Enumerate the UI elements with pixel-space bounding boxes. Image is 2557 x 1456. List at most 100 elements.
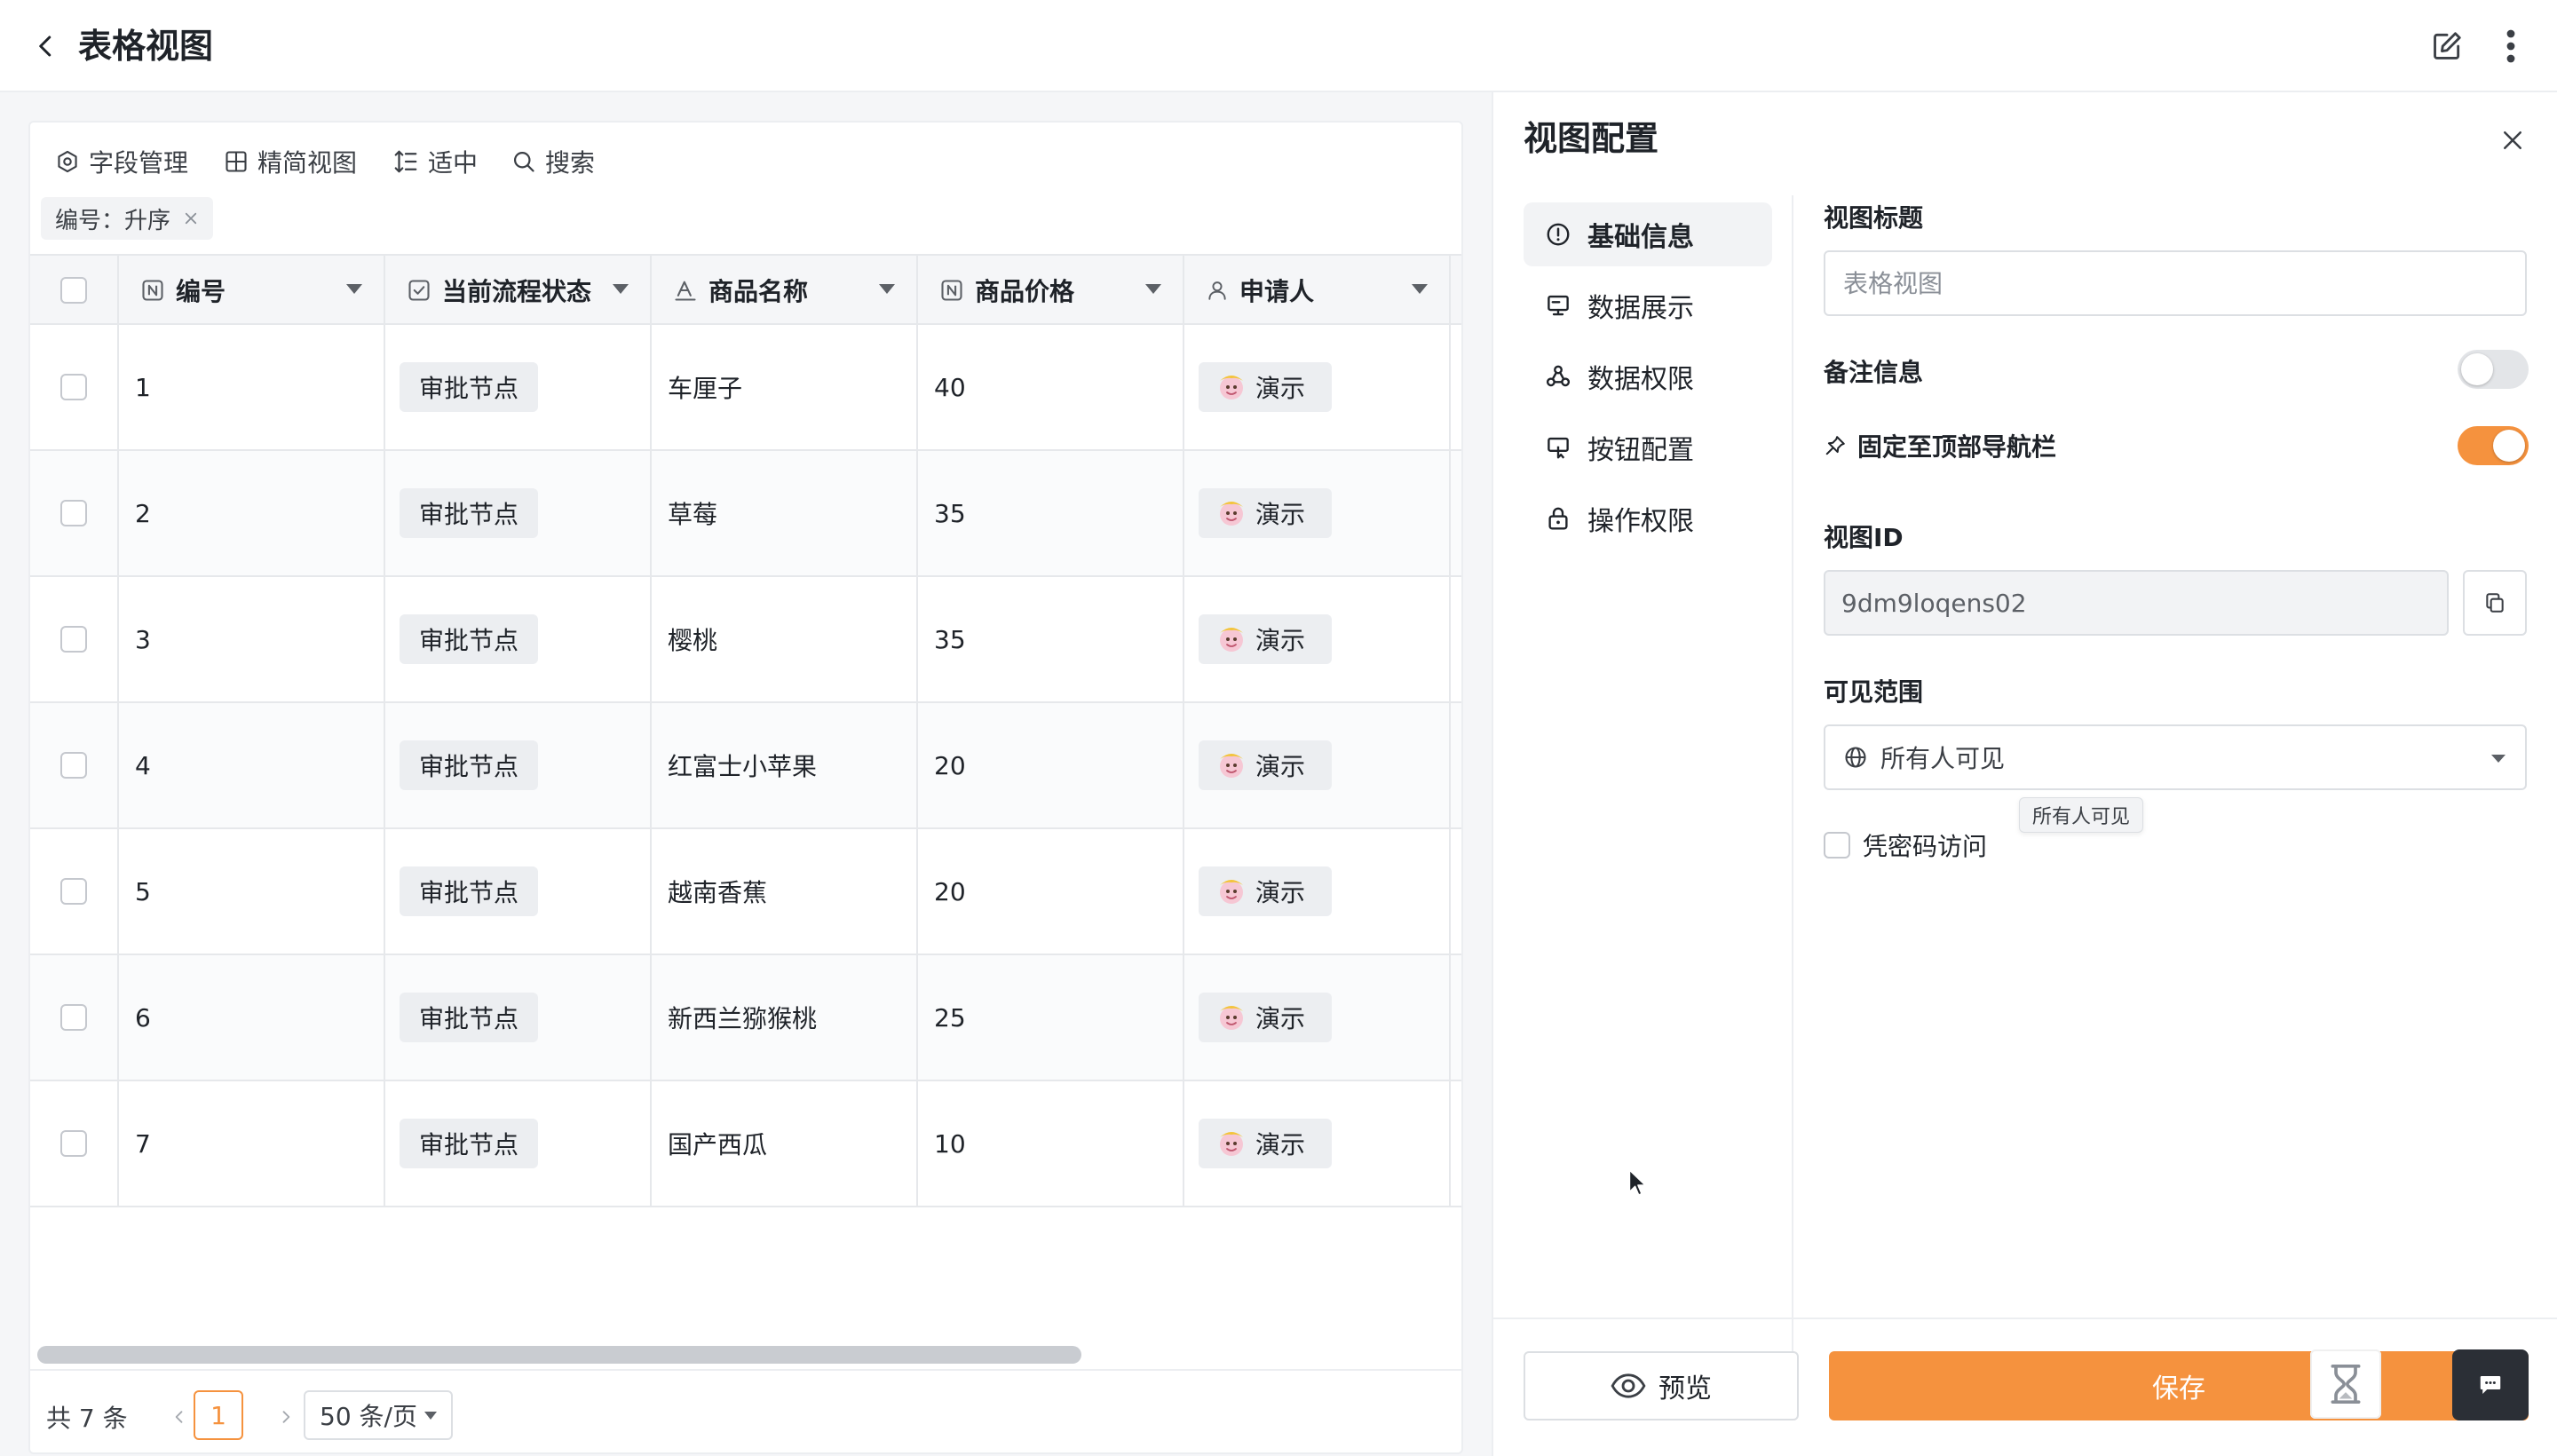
price-value: 35 [934, 624, 966, 654]
column-menu-caret[interactable] [346, 284, 362, 294]
menu-item-button-config[interactable]: 按钮配置 [1524, 415, 1772, 479]
row-height-button[interactable]: 适中 [392, 140, 478, 183]
password-access-checkbox[interactable] [1824, 832, 1850, 859]
price-cell[interactable]: 20 [918, 703, 1184, 827]
id-cell[interactable]: 1 [119, 325, 385, 449]
field-manage-button[interactable]: 字段管理 [55, 140, 188, 183]
preview-button[interactable]: 预览 [1524, 1351, 1799, 1420]
column-menu-caret[interactable] [1412, 284, 1428, 294]
save-button[interactable]: 保存 [1829, 1351, 2529, 1420]
user-tag[interactable]: 演示 [1199, 1119, 1333, 1168]
row-checkbox[interactable] [60, 626, 87, 653]
search-button[interactable]: 搜索 [511, 140, 595, 183]
page-number-current[interactable]: 1 [194, 1390, 243, 1440]
id-cell[interactable]: 3 [119, 577, 385, 701]
user-tag[interactable]: 演示 [1199, 740, 1333, 790]
password-access-row[interactable]: 凭密码访问 [1824, 827, 1987, 863]
more-vertical-icon [2506, 29, 2515, 63]
status-cell[interactable]: 审批节点 [385, 451, 652, 575]
menu-item-basic-info[interactable]: 基础信息 [1524, 202, 1772, 266]
user-tag[interactable]: 演示 [1199, 362, 1333, 412]
panel-close-button[interactable] [2491, 119, 2534, 162]
view-title-input[interactable] [1824, 250, 2527, 316]
status-cell[interactable]: 审批节点 [385, 955, 652, 1080]
row-checkbox[interactable] [60, 752, 87, 779]
status-cell[interactable]: 审批节点 [385, 325, 652, 449]
hourglass-button[interactable] [2310, 1349, 2381, 1419]
user-tag[interactable]: 演示 [1199, 993, 1333, 1042]
column-header-id[interactable]: 编号 [119, 256, 385, 325]
edit-button[interactable] [2426, 25, 2468, 67]
price-cell[interactable]: 10 [918, 1081, 1184, 1206]
table-row[interactable]: 7 审批节点 国产西瓜 10 演示 [30, 1081, 1461, 1207]
applicant-cell[interactable]: 演示 [1184, 703, 1451, 827]
menu-item-operation-permission[interactable]: 操作权限 [1524, 487, 1772, 550]
column-header-name[interactable]: 商品名称 [652, 256, 918, 325]
remark-toggle[interactable] [2458, 350, 2529, 389]
prev-page-button[interactable] [162, 1392, 197, 1442]
menu-item-data-permission[interactable]: 数据权限 [1524, 344, 1772, 408]
table-row[interactable]: 2 审批节点 草莓 35 演示 [30, 451, 1461, 577]
compact-view-button[interactable]: 精简视图 [224, 140, 357, 183]
table-row[interactable]: 4 审批节点 红富士小苹果 20 演示 [30, 703, 1461, 829]
name-cell[interactable]: 国产西瓜 [652, 1081, 918, 1206]
column-menu-caret[interactable] [879, 284, 895, 294]
user-tag[interactable]: 演示 [1199, 488, 1333, 538]
sort-tag-close-button[interactable] [183, 210, 199, 226]
column-header-applicant[interactable]: 申请人 [1184, 256, 1451, 325]
price-cell[interactable]: 35 [918, 451, 1184, 575]
row-checkbox[interactable] [60, 878, 87, 905]
row-checkbox[interactable] [60, 374, 87, 400]
back-button[interactable] [25, 25, 67, 67]
id-cell[interactable]: 6 [119, 955, 385, 1080]
name-cell[interactable]: 红富士小苹果 [652, 703, 918, 827]
status-cell[interactable]: 审批节点 [385, 1081, 652, 1206]
copy-button[interactable] [2463, 570, 2527, 636]
column-header-status[interactable]: 当前流程状态 [385, 256, 652, 325]
price-cell[interactable]: 20 [918, 829, 1184, 954]
id-cell[interactable]: 2 [119, 451, 385, 575]
name-cell[interactable]: 草莓 [652, 451, 918, 575]
name-cell[interactable]: 新西兰猕猴桃 [652, 955, 918, 1080]
table-row[interactable]: 5 审批节点 越南香蕉 20 演示 [30, 829, 1461, 955]
horizontal-scrollbar[interactable] [37, 1346, 1081, 1364]
applicant-cell[interactable]: 演示 [1184, 829, 1451, 954]
scope-select[interactable]: 所有人可见 [1824, 724, 2527, 790]
applicant-cell[interactable]: 演示 [1184, 325, 1451, 449]
chat-button[interactable] [2452, 1349, 2529, 1420]
table-row[interactable]: 6 审批节点 新西兰猕猴桃 25 演示 [30, 955, 1461, 1081]
user-tag[interactable]: 演示 [1199, 866, 1333, 916]
table-row[interactable]: 3 审批节点 樱桃 35 演示 [30, 577, 1461, 703]
name-cell[interactable]: 樱桃 [652, 577, 918, 701]
menu-item-data-display[interactable]: 数据展示 [1524, 273, 1772, 337]
next-page-button[interactable] [268, 1392, 304, 1442]
row-checkbox[interactable] [60, 1130, 87, 1157]
row-checkbox[interactable] [60, 1004, 87, 1031]
select-all-checkbox[interactable] [60, 277, 87, 304]
name-cell[interactable]: 越南香蕉 [652, 829, 918, 954]
table-row[interactable]: 1 审批节点 车厘子 40 演示 [30, 325, 1461, 451]
column-menu-caret[interactable] [1145, 284, 1161, 294]
status-cell[interactable]: 审批节点 [385, 703, 652, 827]
row-checkbox[interactable] [60, 500, 87, 526]
pin-toggle[interactable] [2458, 426, 2529, 465]
total-count: 共 7 条 [46, 1404, 128, 1433]
price-cell[interactable]: 40 [918, 325, 1184, 449]
status-cell[interactable]: 审批节点 [385, 829, 652, 954]
column-header-price[interactable]: 商品价格 [918, 256, 1184, 325]
id-cell[interactable]: 5 [119, 829, 385, 954]
applicant-cell[interactable]: 演示 [1184, 451, 1451, 575]
name-cell[interactable]: 车厘子 [652, 325, 918, 449]
page-size-select[interactable]: 50 条/页 [304, 1390, 453, 1440]
more-button[interactable] [2491, 25, 2530, 67]
applicant-cell[interactable]: 演示 [1184, 577, 1451, 701]
price-cell[interactable]: 35 [918, 577, 1184, 701]
status-cell[interactable]: 审批节点 [385, 577, 652, 701]
user-tag[interactable]: 演示 [1199, 614, 1333, 664]
id-cell[interactable]: 4 [119, 703, 385, 827]
applicant-cell[interactable]: 演示 [1184, 1081, 1451, 1206]
id-cell[interactable]: 7 [119, 1081, 385, 1206]
applicant-cell[interactable]: 演示 [1184, 955, 1451, 1080]
price-cell[interactable]: 25 [918, 955, 1184, 1080]
column-menu-caret[interactable] [613, 284, 629, 294]
